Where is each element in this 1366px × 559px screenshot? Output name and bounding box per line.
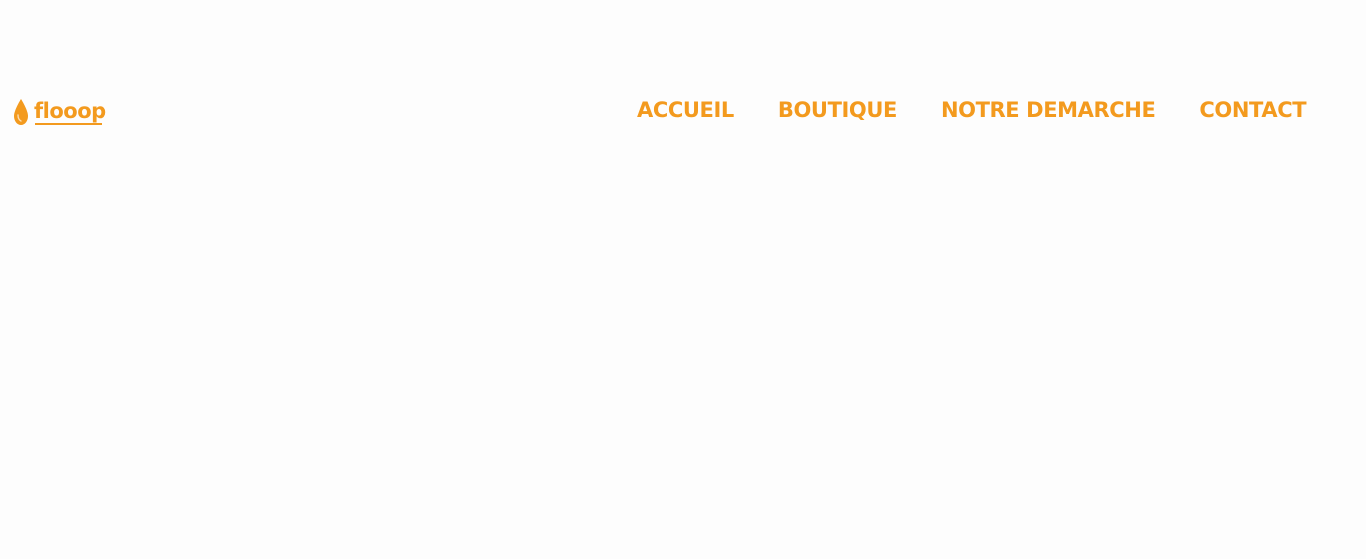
logo-link[interactable]: flooop bbox=[12, 98, 106, 126]
nav-item-contact[interactable]: CONTACT bbox=[1199, 97, 1306, 123]
nav-item-notre-demarche[interactable]: NOTRE DEMARCHE bbox=[941, 97, 1156, 123]
drop-icon bbox=[14, 99, 28, 125]
nav-item-accueil[interactable]: ACCUEIL bbox=[637, 97, 734, 123]
logo-wordmark: flooop bbox=[34, 98, 106, 123]
nav-item-boutique[interactable]: BOUTIQUE bbox=[778, 97, 898, 123]
site-header: flooop ACCUEIL BOUTIQUE NOTRE DEMARCHE C… bbox=[0, 0, 1366, 160]
main-content-area bbox=[0, 160, 1366, 559]
main-navigation: ACCUEIL BOUTIQUE NOTRE DEMARCHE CONTACT bbox=[637, 97, 1307, 123]
logo-underline bbox=[35, 123, 102, 125]
